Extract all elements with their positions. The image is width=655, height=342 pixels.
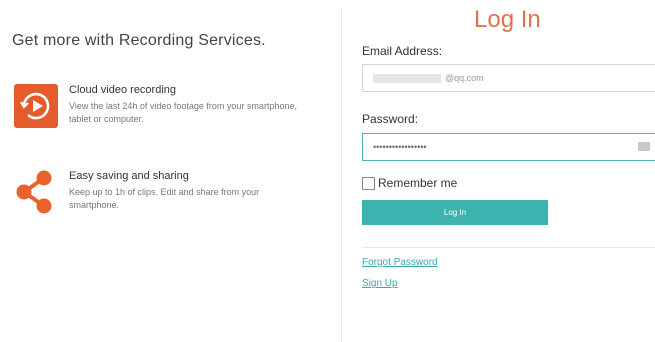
share-icon bbox=[14, 170, 58, 214]
separator bbox=[362, 247, 655, 248]
remember-label: Remember me bbox=[378, 176, 458, 190]
feature-description: View the last 24h of video footage from … bbox=[69, 101, 297, 124]
forgot-password-link[interactable]: Forgot Password bbox=[362, 257, 438, 268]
email-field[interactable]: @qq.com bbox=[362, 64, 655, 92]
email-value: @qq.com bbox=[445, 73, 484, 83]
feature-title: Easy saving and sharing bbox=[69, 170, 189, 182]
feature-description: Keep up to 1h of clips. Edit and share f… bbox=[69, 187, 260, 210]
play-rewind-icon bbox=[14, 84, 58, 128]
redacted-text bbox=[373, 74, 441, 84]
password-field[interactable]: ••••••••••••••••• bbox=[362, 133, 655, 161]
feature-title: Cloud video recording bbox=[69, 84, 177, 96]
login-title: Log In bbox=[474, 6, 541, 33]
remember-me[interactable]: Remember me bbox=[362, 176, 457, 190]
promo-panel: Get more with Recording Services. Cloud … bbox=[0, 0, 340, 342]
password-label: Password: bbox=[362, 112, 419, 126]
login-panel: Log In Email Address: @qq.com Password: … bbox=[342, 0, 655, 342]
password-value: ••••••••••••••••• bbox=[373, 142, 427, 152]
keyboard-icon[interactable] bbox=[638, 142, 650, 151]
remember-checkbox[interactable] bbox=[362, 176, 375, 190]
login-button[interactable]: Log In bbox=[362, 200, 548, 225]
promo-title: Get more with Recording Services. bbox=[12, 32, 266, 49]
email-label: Email Address: bbox=[362, 44, 443, 58]
sign-up-link[interactable]: Sign Up bbox=[362, 278, 398, 289]
